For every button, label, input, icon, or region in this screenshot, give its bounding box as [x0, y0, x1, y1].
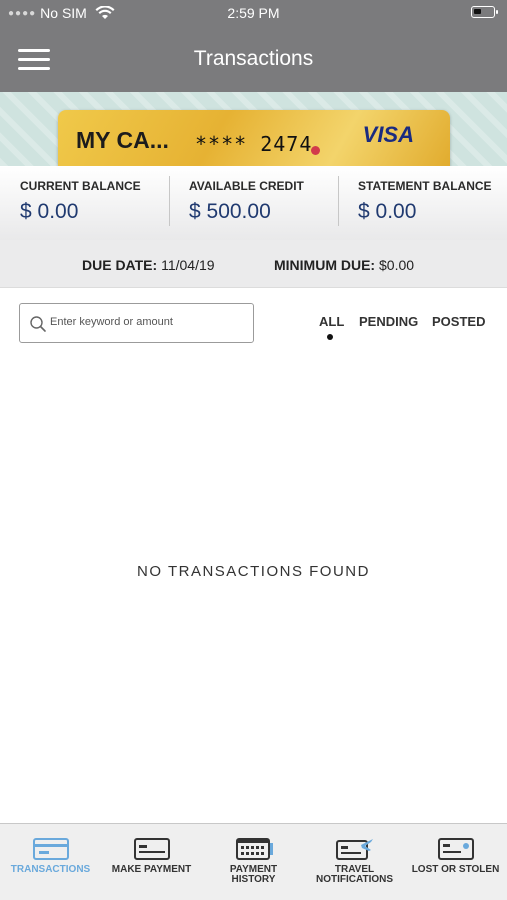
minimum-due-value: $0.00 [379, 257, 415, 273]
filter-all[interactable]: ALL [319, 314, 344, 329]
minimum-due: MINIMUM DUE: $0.00 [274, 257, 414, 273]
header: ●●●● No SIM 2:59 PM Transactions [0, 0, 507, 92]
make-payment-icon [133, 838, 170, 860]
tab-lost-or-stolen[interactable]: LOST OR STOLEN [405, 824, 506, 900]
tab-transactions-label: TRANSACTIONS [10, 864, 91, 875]
lost-or-stolen-icon [437, 838, 474, 860]
status-bar: ●●●● No SIM 2:59 PM [0, 0, 507, 28]
travel-notifications-icon [335, 839, 373, 860]
minimum-due-label: MINIMUM DUE: [274, 257, 376, 273]
search-input[interactable] [50, 316, 245, 328]
available-credit-label: AVAILABLE CREDIT [189, 179, 304, 193]
selected-filter-indicator [327, 334, 333, 340]
empty-state-message: NO TRANSACTIONS FOUND [137, 563, 370, 580]
tab-payment-history-label-line2: HISTORY [231, 874, 276, 885]
due-date: DUE DATE: 11/04/19 [82, 257, 215, 273]
card-banner: MY CA... **** 2474 VISA [0, 92, 507, 166]
statement-balance-label: STATEMENT BALANCE [358, 179, 492, 193]
tab-payment-history[interactable]: PAYMENT HISTORY [203, 824, 304, 900]
navigation-bar: Transactions [0, 28, 507, 92]
search-box[interactable] [19, 303, 254, 343]
clock: 2:59 PM [227, 5, 280, 21]
tab-payment-history-label: PAYMENT HISTORY [203, 865, 304, 885]
card-accent-dot [311, 146, 320, 155]
card-name: MY CA... [76, 127, 169, 153]
battery-icon [471, 6, 498, 18]
current-balance-label: CURRENT BALANCE [20, 179, 141, 193]
credit-card[interactable]: MY CA... **** 2474 VISA [58, 110, 450, 166]
available-credit-value: $ 500.00 [189, 200, 271, 223]
current-balance-value: $ 0.00 [20, 200, 79, 223]
tab-bar: TRANSACTIONS MAKE PAYMENT PAYMENT HISTOR… [0, 823, 507, 900]
search-icon [30, 316, 46, 332]
tab-transactions[interactable]: TRANSACTIONS [0, 824, 101, 900]
payment-history-icon [235, 838, 273, 860]
due-info-row: DUE DATE: 11/04/19 MINIMUM DUE: $0.00 [0, 240, 507, 288]
filter-posted[interactable]: POSTED [432, 314, 485, 329]
tab-lost-or-stolen-label: LOST OR STOLEN [411, 864, 500, 875]
tab-travel-notifications[interactable]: TRAVEL NOTIFICATIONS [304, 824, 405, 900]
tab-make-payment[interactable]: MAKE PAYMENT [101, 824, 202, 900]
available-credit: AVAILABLE CREDIT $ 500.00 [169, 166, 338, 240]
card-number: **** 2474 [195, 132, 313, 156]
due-date-value: 11/04/19 [161, 257, 215, 273]
page-title: Transactions [193, 47, 314, 70]
balances-panel: CURRENT BALANCE $ 0.00 AVAILABLE CREDIT … [0, 166, 507, 240]
current-balance: CURRENT BALANCE $ 0.00 [0, 166, 169, 240]
transactions-icon [32, 838, 69, 860]
visa-logo: VISA [362, 122, 414, 147]
tab-travel-notifications-label-line2: NOTIFICATIONS [315, 874, 394, 885]
statement-balance-value: $ 0.00 [358, 200, 417, 223]
tab-travel-notifications-label: TRAVEL NOTIFICATIONS [304, 865, 405, 885]
filter-pending[interactable]: PENDING [359, 314, 418, 329]
tab-make-payment-label: MAKE PAYMENT [111, 864, 192, 875]
due-date-label: DUE DATE: [82, 257, 158, 273]
statement-balance: STATEMENT BALANCE $ 0.00 [338, 166, 507, 240]
